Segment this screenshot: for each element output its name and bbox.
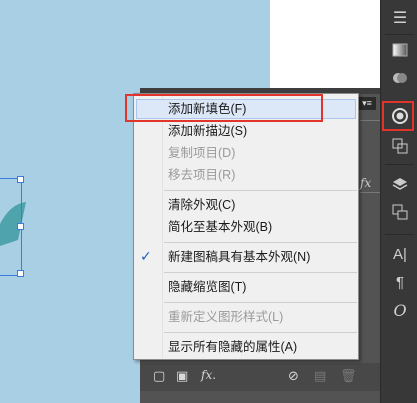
add-stroke-icon[interactable]: ▢ (153, 368, 165, 384)
panel-divider (360, 192, 380, 193)
transform-icon[interactable] (387, 134, 413, 158)
toolbar-divider (385, 164, 414, 165)
menu-separator (164, 302, 357, 303)
toolbar-divider (385, 234, 414, 235)
menu-item-redefine-graphic-style: 重新定义图形样式(L) (168, 310, 284, 324)
menu-icon[interactable]: ☰ (387, 6, 413, 30)
shape-builder-icon[interactable] (387, 66, 413, 90)
layers-icon[interactable] (387, 172, 413, 196)
menu-separator (164, 332, 357, 333)
right-panel-dock: ☰ A| ¶ O (380, 0, 417, 403)
menu-item-add-new-stroke[interactable]: 添加新描边(S) (168, 121, 247, 141)
add-fill-icon[interactable]: ▣ (176, 368, 188, 384)
selection-handle[interactable] (17, 223, 24, 230)
selection-handle[interactable] (17, 270, 24, 277)
menu-item-remove-item: 移去项目(R) (168, 168, 236, 182)
checkmark-icon: ✓ (140, 248, 152, 264)
annotation-highlight-box (125, 94, 323, 122)
paragraph-icon[interactable]: ¶ (387, 270, 413, 294)
duplicate-item-icon: ▤ (314, 368, 327, 383)
menu-item-hide-thumbnail[interactable]: 隐藏缩览图(T) (168, 277, 246, 297)
clear-appearance-icon[interactable]: ⊘ (288, 368, 299, 384)
menu-separator (164, 242, 357, 243)
menu-separator (164, 190, 357, 191)
opentype-icon[interactable]: O (387, 298, 413, 322)
menu-item-show-all-hidden-attributes[interactable]: 显示所有隐藏的属性(A) (168, 337, 297, 357)
menu-item-new-art-basic-appearance[interactable]: 新建图稿具有基本外观(N) (168, 247, 310, 267)
panel-menu-button[interactable]: ▾≡ (358, 97, 376, 110)
menu-gutter (135, 95, 163, 358)
character-icon[interactable]: A| (387, 242, 413, 266)
selection-handle[interactable] (17, 176, 24, 183)
toolbar-divider (385, 34, 414, 35)
trash-icon: 🗑 (340, 368, 357, 383)
menu-separator (164, 272, 357, 273)
artboards-icon[interactable] (387, 200, 413, 224)
selection-bounding-box[interactable] (0, 176, 24, 277)
appearance-icon[interactable] (387, 104, 413, 128)
appearance-panel-flyout-menu: 添加新填色(F) 添加新描边(S) 复制项目(D) 移去项目(R) 清除外观(C… (133, 93, 359, 360)
menu-item-duplicate-item: 复制项目(D) (168, 146, 236, 160)
add-effect-button[interactable]: fx. (201, 368, 216, 382)
panel-divider (360, 120, 380, 121)
gradient-icon[interactable] (387, 38, 413, 62)
menu-item-clear-appearance[interactable]: 清除外观(C) (168, 195, 235, 215)
menu-item-reduce-to-basic[interactable]: 简化至基本外观(B) (168, 217, 272, 237)
fx-label[interactable]: fx (360, 176, 371, 190)
